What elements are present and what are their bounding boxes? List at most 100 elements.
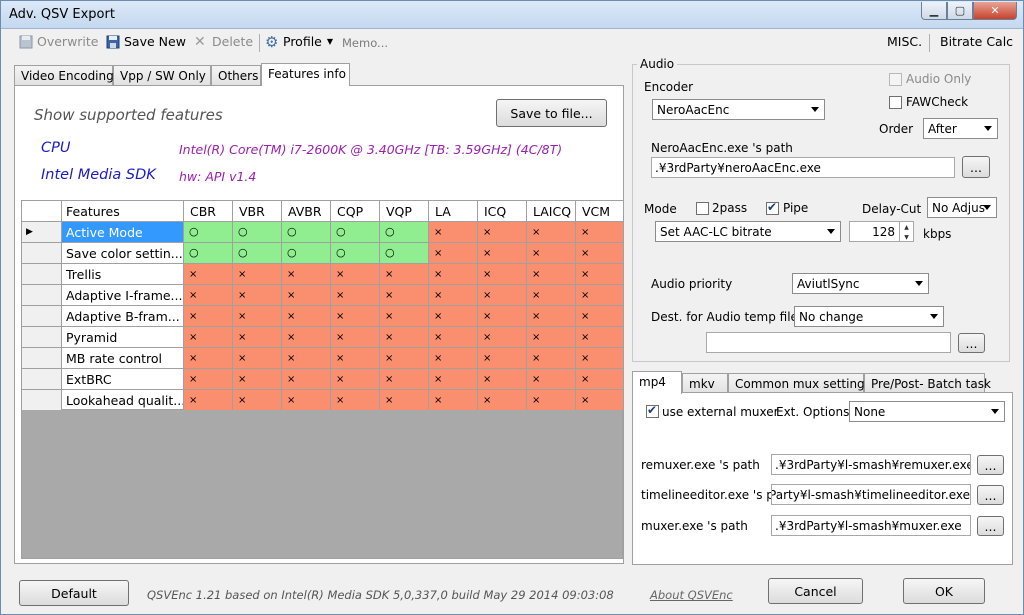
tab-others[interactable]: Others bbox=[211, 65, 261, 85]
unsupported-cell[interactable]: × bbox=[380, 348, 429, 369]
unsupported-cell[interactable]: × bbox=[576, 243, 624, 264]
tab-pre-post-batch-task[interactable]: Pre/Post- Batch task bbox=[864, 373, 991, 393]
unsupported-cell[interactable]: × bbox=[527, 327, 576, 348]
faw-check-checkbox[interactable] bbox=[889, 96, 902, 109]
table-row[interactable]: Adaptive B-fram... × × × × × × × × × bbox=[22, 306, 624, 327]
unsupported-cell[interactable]: × bbox=[429, 243, 478, 264]
unsupported-cell[interactable]: × bbox=[478, 348, 527, 369]
tab-mkv[interactable]: mkv bbox=[682, 373, 728, 393]
unsupported-cell[interactable]: × bbox=[527, 285, 576, 306]
unsupported-cell[interactable]: × bbox=[380, 285, 429, 306]
row-header-cell[interactable] bbox=[22, 327, 62, 348]
unsupported-cell[interactable]: × bbox=[478, 390, 527, 411]
unsupported-cell[interactable]: × bbox=[331, 369, 380, 390]
remuxer-browse-button[interactable]: ... bbox=[977, 455, 1004, 475]
memo-field[interactable]: Memo... bbox=[342, 36, 388, 50]
encoder-select[interactable]: NeroAacEnc bbox=[652, 99, 825, 120]
tab-vpp-sw-only[interactable]: Vpp / SW Only bbox=[113, 65, 211, 85]
unsupported-cell[interactable]: × bbox=[429, 306, 478, 327]
supported-cell[interactable]: ○ bbox=[282, 243, 331, 264]
tab-features-info[interactable]: Features info bbox=[261, 63, 350, 86]
unsupported-cell[interactable]: × bbox=[478, 222, 527, 243]
cancel-button[interactable]: Cancel bbox=[768, 578, 863, 604]
minimize-button[interactable]: ▁ bbox=[921, 2, 947, 20]
grid-column-header[interactable]: Features bbox=[62, 201, 184, 222]
feature-name-cell[interactable]: Lookahead qualit... bbox=[62, 390, 184, 411]
unsupported-cell[interactable]: × bbox=[478, 369, 527, 390]
tab-mp4[interactable]: mp4 bbox=[632, 371, 682, 394]
unsupported-cell[interactable]: × bbox=[331, 390, 380, 411]
spin-down-icon[interactable]: ▼ bbox=[900, 232, 913, 241]
unsupported-cell[interactable]: × bbox=[576, 327, 624, 348]
unsupported-cell[interactable]: × bbox=[576, 222, 624, 243]
grid-column-header[interactable]: VCM bbox=[576, 201, 624, 222]
timeline-path-input[interactable]: .¥3rdParty¥l-smash¥timelineeditor.exe bbox=[771, 484, 971, 505]
unsupported-cell[interactable]: × bbox=[282, 306, 331, 327]
supported-cell[interactable]: ○ bbox=[282, 222, 331, 243]
unsupported-cell[interactable]: × bbox=[429, 369, 478, 390]
unsupported-cell[interactable]: × bbox=[429, 390, 478, 411]
table-row[interactable]: Trellis × × × × × × × × × bbox=[22, 264, 624, 285]
feature-name-cell[interactable]: ExtBRC bbox=[62, 369, 184, 390]
mode-select[interactable]: Set AAC-LC bitrate bbox=[655, 221, 841, 242]
grid-column-header[interactable]: ICQ bbox=[478, 201, 527, 222]
unsupported-cell[interactable]: × bbox=[429, 285, 478, 306]
tab-video-encoding[interactable]: Video Encoding bbox=[14, 65, 114, 85]
features-grid[interactable]: Features CBR VBR AVBR CQP VQP LA ICQ LAICQ VCM ▶ Ac… bbox=[21, 200, 624, 411]
unsupported-cell[interactable]: × bbox=[429, 264, 478, 285]
unsupported-cell[interactable]: × bbox=[233, 348, 282, 369]
audio-priority-select[interactable]: AviutlSync bbox=[792, 273, 929, 294]
about-qsvenc-link[interactable]: About QSVEnc bbox=[650, 588, 733, 602]
twopass-checkbox[interactable] bbox=[696, 202, 709, 215]
tab-common-mux-settings[interactable]: Common mux settings bbox=[728, 373, 871, 393]
unsupported-cell[interactable]: × bbox=[478, 264, 527, 285]
feature-name-cell[interactable]: Trellis bbox=[62, 264, 184, 285]
unsupported-cell[interactable]: × bbox=[576, 264, 624, 285]
encoder-path-input[interactable]: .¥3rdParty¥neroAacEnc.exe bbox=[651, 157, 955, 178]
timeline-browse-button[interactable]: ... bbox=[977, 485, 1004, 505]
feature-name-cell[interactable]: Adaptive I-frame... bbox=[62, 285, 184, 306]
unsupported-cell[interactable]: × bbox=[576, 306, 624, 327]
feature-name-cell[interactable]: Save color settin... bbox=[62, 243, 184, 264]
unsupported-cell[interactable]: × bbox=[576, 285, 624, 306]
unsupported-cell[interactable]: × bbox=[331, 327, 380, 348]
unsupported-cell[interactable]: × bbox=[184, 285, 233, 306]
row-header-cell[interactable] bbox=[22, 264, 62, 285]
unsupported-cell[interactable]: × bbox=[184, 348, 233, 369]
grid-column-header[interactable]: LA bbox=[429, 201, 478, 222]
save-to-file-button[interactable]: Save to file... bbox=[496, 99, 607, 127]
order-select[interactable]: After bbox=[923, 118, 998, 139]
feature-name-cell[interactable]: MB rate control bbox=[62, 348, 184, 369]
row-header-cell[interactable] bbox=[22, 285, 62, 306]
unsupported-cell[interactable]: × bbox=[380, 306, 429, 327]
grid-column-header[interactable]: CQP bbox=[331, 201, 380, 222]
unsupported-cell[interactable]: × bbox=[184, 390, 233, 411]
audio-temp-select[interactable]: No change bbox=[794, 306, 944, 327]
unsupported-cell[interactable]: × bbox=[527, 369, 576, 390]
supported-cell[interactable]: ○ bbox=[233, 222, 282, 243]
supported-cell[interactable]: ○ bbox=[380, 243, 429, 264]
feature-name-cell[interactable]: Pyramid bbox=[62, 327, 184, 348]
unsupported-cell[interactable]: × bbox=[380, 390, 429, 411]
supported-cell[interactable]: ○ bbox=[184, 222, 233, 243]
unsupported-cell[interactable]: × bbox=[380, 369, 429, 390]
close-button[interactable]: ✕ bbox=[973, 2, 1017, 20]
unsupported-cell[interactable]: × bbox=[282, 264, 331, 285]
unsupported-cell[interactable]: × bbox=[380, 327, 429, 348]
unsupported-cell[interactable]: × bbox=[282, 390, 331, 411]
unsupported-cell[interactable]: × bbox=[282, 348, 331, 369]
pipe-checkbox[interactable]: ✔ bbox=[766, 200, 779, 215]
unsupported-cell[interactable]: × bbox=[184, 306, 233, 327]
unsupported-cell[interactable]: × bbox=[233, 264, 282, 285]
title-bar[interactable]: Adv. QSV Export ▁ ▢ ✕ bbox=[1, 1, 1023, 29]
delete-button[interactable]: ✕ Delete bbox=[194, 34, 253, 49]
unsupported-cell[interactable]: × bbox=[576, 390, 624, 411]
muxer-browse-button[interactable]: ... bbox=[977, 516, 1004, 536]
unsupported-cell[interactable]: × bbox=[576, 348, 624, 369]
unsupported-cell[interactable]: × bbox=[233, 327, 282, 348]
unsupported-cell[interactable]: × bbox=[527, 264, 576, 285]
unsupported-cell[interactable]: × bbox=[331, 348, 380, 369]
grid-column-header[interactable]: LAICQ bbox=[527, 201, 576, 222]
audio-only-checkbox[interactable] bbox=[889, 73, 902, 86]
unsupported-cell[interactable]: × bbox=[184, 264, 233, 285]
